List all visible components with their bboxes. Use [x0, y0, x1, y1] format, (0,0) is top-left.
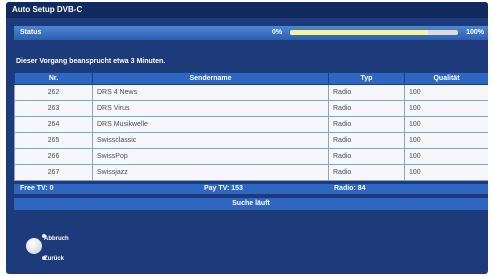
column-header-type: Typ: [328, 72, 405, 85]
table-row: 266 SwissPop Radio 100: [14, 148, 488, 165]
channel-quality: 100: [404, 164, 488, 181]
table-row: 262 DRS 4 News Radio 100: [14, 84, 488, 101]
duration-notice: Dieser Vorgang beansprucht etwa 3 Minute…: [16, 58, 166, 65]
progress-min-label: 0%: [272, 29, 283, 36]
channel-type: Radio: [328, 100, 405, 117]
channel-quality: 100: [404, 84, 488, 101]
remote-navigation-icon: [26, 238, 42, 254]
back-hint[interactable]: Zurück: [44, 256, 64, 262]
channel-name: Swissclassic: [92, 132, 329, 149]
channel-quality: 100: [404, 132, 488, 149]
progress-max-label: 100%: [466, 29, 484, 36]
channel-number: 262: [14, 84, 93, 101]
radio-count: Radio: 84: [334, 185, 366, 192]
search-status: Suche läuft: [14, 198, 488, 210]
table-row: 263 DRS Virus Radio 100: [14, 100, 488, 117]
channel-summary-bar: Free TV: 0 Pay TV: 153 Radio: 84: [14, 184, 488, 194]
cancel-hint[interactable]: Abbruch: [44, 236, 69, 242]
channel-number: 266: [14, 148, 93, 165]
column-header-quality: Qualität: [404, 72, 488, 85]
channel-quality: 100: [404, 100, 488, 117]
column-header-name: Sendername: [92, 72, 329, 85]
channel-quality: 100: [404, 148, 488, 165]
window-title: Auto Setup DVB-C: [6, 2, 488, 18]
channel-type: Radio: [328, 148, 405, 165]
channel-quality: 100: [404, 116, 488, 133]
channel-type: Radio: [328, 164, 405, 181]
free-tv-count: Free TV: 0: [20, 185, 54, 192]
pay-tv-count: Pay TV: 153: [204, 185, 243, 192]
channel-type: Radio: [328, 116, 405, 133]
channel-number: 263: [14, 100, 93, 117]
table-row: 264 DRS Musikwelle Radio 100: [14, 116, 488, 133]
channel-number: 264: [14, 116, 93, 133]
channel-number: 267: [14, 164, 93, 181]
channel-name: DRS Virus: [92, 100, 329, 117]
progress-fill: [290, 30, 428, 35]
channel-type: Radio: [328, 84, 405, 101]
table-row: 267 Swissjazz Radio 100: [14, 164, 488, 181]
column-header-nr: Nr.: [14, 72, 93, 85]
channel-name: DRS 4 News: [92, 84, 329, 101]
channel-name: Swissjazz: [92, 164, 329, 181]
progress-bar: [290, 30, 458, 35]
channel-name: DRS Musikwelle: [92, 116, 329, 133]
channel-name: SwissPop: [92, 148, 329, 165]
remote-hints: Abbruch Zurück: [26, 232, 86, 272]
channel-type: Radio: [328, 132, 405, 149]
channel-number: 265: [14, 132, 93, 149]
table-row: 265 Swissclassic Radio 100: [14, 132, 488, 149]
channel-table: Nr. Sendername Typ Qualität 262 DRS 4 Ne…: [14, 72, 488, 181]
status-label: Status: [20, 29, 42, 36]
table-header-row: Nr. Sendername Typ Qualität: [14, 72, 488, 85]
tv-screen: Auto Setup DVB-C Status 0% 100% Dieser V…: [6, 2, 488, 274]
status-bar: Status 0% 100%: [14, 26, 488, 40]
